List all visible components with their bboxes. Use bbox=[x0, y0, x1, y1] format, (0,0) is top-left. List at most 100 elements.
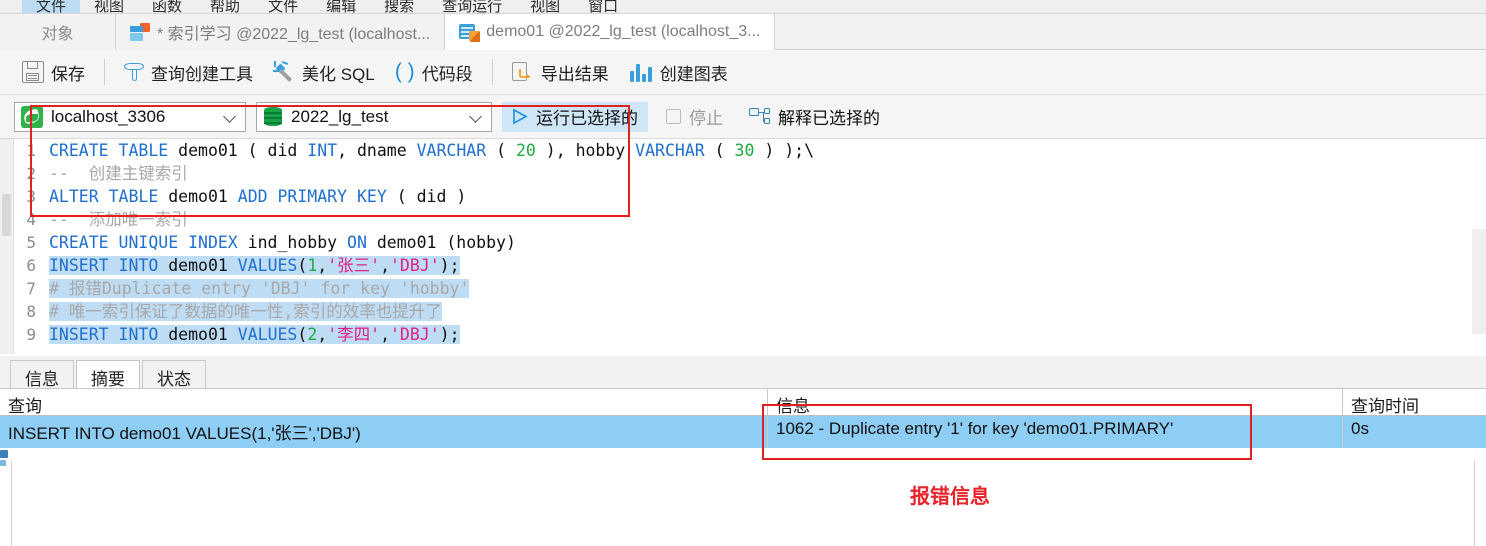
code-line-text: # 唯一索引保证了数据的唯一性,索引的效率也提升了 bbox=[49, 300, 1440, 323]
tab-index-study-label: * 索引学习 @2022_lg_test (localhost... bbox=[157, 26, 431, 43]
ribbon-tab-0[interactable]: 文件 bbox=[22, 0, 81, 13]
code-token: 20 bbox=[515, 141, 536, 160]
export-result-button[interactable]: 导出结果 bbox=[502, 56, 619, 89]
editor-scrollbar-thumb[interactable] bbox=[1472, 229, 1486, 334]
connection-select[interactable]: localhost_3306 bbox=[14, 101, 246, 132]
sql-code-area[interactable]: 1 CREATE TABLE demo01 ( did INT, dname VA… bbox=[15, 139, 1440, 354]
ribbon-tab-3[interactable]: 帮助 bbox=[196, 0, 254, 13]
code-token: , bbox=[380, 256, 390, 275]
splitter-handle[interactable] bbox=[2, 194, 11, 236]
beautify-sql-button[interactable]: 美化 SQL bbox=[263, 56, 385, 89]
code-token: , bbox=[317, 256, 328, 275]
magic-wand-icon bbox=[273, 61, 295, 83]
ribbon-tab-9[interactable]: 窗口 bbox=[574, 0, 632, 13]
column-header-duration[interactable]: 查询时间 bbox=[1343, 389, 1486, 415]
code-line-text: ALTER TABLE demo01 ADD PRIMARY KEY ( did… bbox=[49, 185, 1440, 208]
editor-left-splitter[interactable] bbox=[0, 139, 14, 354]
ribbon-tab-6[interactable]: 搜索 bbox=[370, 0, 428, 13]
code-line-text: CREATE TABLE demo01 ( did INT, dname VAR… bbox=[49, 139, 1440, 162]
explain-selected-button[interactable]: 解释已选择的 bbox=[741, 102, 888, 132]
run-selected-label: 运行已选择的 bbox=[536, 109, 638, 128]
code-line[interactable]: 5 CREATE UNIQUE INDEX ind_hobby ON demo01… bbox=[15, 231, 1440, 254]
code-line-text: # 报错Duplicate entry 'DBJ' for key 'hobby… bbox=[49, 277, 1440, 300]
code-token: -- 添加唯一索引 bbox=[49, 210, 188, 229]
toolbar-divider-1 bbox=[104, 59, 105, 85]
code-line[interactable]: 6 INSERT INTO demo01 VALUES(1,'张三','DBJ')… bbox=[15, 254, 1440, 277]
code-token: ); bbox=[439, 325, 460, 344]
code-token: ( bbox=[704, 141, 735, 160]
chevron-down-icon[interactable] bbox=[224, 110, 237, 123]
code-token: ON bbox=[347, 233, 367, 252]
navicat-query-window: 文件 视图 函数 帮助 文件 编辑 搜索 查询运行 视图 窗口 对象 * 索引学… bbox=[0, 0, 1486, 546]
tab-objects[interactable]: 对象 bbox=[0, 14, 116, 50]
ribbon-tab-8[interactable]: 视图 bbox=[516, 0, 574, 13]
cell-query[interactable]: INSERT INTO demo01 VALUES(1,'张三','DBJ') bbox=[0, 416, 768, 448]
stop-button-label: 停止 bbox=[689, 109, 723, 128]
parentheses-icon: ( ) bbox=[394, 60, 415, 83]
ribbon-tab-1[interactable]: 视图 bbox=[80, 0, 138, 13]
code-token: # 唯一索引保证了数据的唯一性,索引的效率也提升了 bbox=[49, 302, 442, 321]
stop-button: 停止 bbox=[658, 102, 731, 132]
tab-objects-label: 对象 bbox=[41, 26, 74, 43]
ribbon-tab-7[interactable]: 查询运行 bbox=[428, 0, 516, 13]
export-result-label: 导出结果 bbox=[540, 64, 609, 84]
cell-message[interactable]: 1062 - Duplicate entry '1' for key 'demo… bbox=[768, 416, 1343, 448]
code-token bbox=[227, 256, 238, 275]
code-line[interactable]: 3 ALTER TABLE demo01 ADD PRIMARY KEY ( di… bbox=[15, 185, 1440, 208]
code-token: , bbox=[380, 325, 390, 344]
editor-scrollbar[interactable] bbox=[1472, 139, 1486, 354]
menu-ribbon: 文件 视图 函数 帮助 文件 编辑 搜索 查询运行 视图 窗口 bbox=[0, 0, 1486, 14]
database-icon bbox=[263, 106, 283, 128]
query-toolbar: 保存 查询创建工具 美化 SQL ( ) 代码段 导出结果 创建图表 bbox=[0, 50, 1486, 95]
code-token: ALTER TABLE bbox=[49, 187, 169, 206]
code-token: '李四' bbox=[327, 325, 381, 344]
chevron-down-icon[interactable] bbox=[470, 110, 483, 123]
sidebar-partial-icon bbox=[0, 450, 11, 468]
query-builder-button[interactable]: 查询创建工具 bbox=[114, 56, 263, 89]
tab-demo01[interactable]: demo01 @2022_lg_test (localhost_3... bbox=[445, 14, 776, 50]
stop-icon bbox=[666, 109, 681, 124]
line-number: 4 bbox=[26, 210, 36, 229]
error-callout-label: 报错信息 bbox=[910, 486, 990, 508]
toolbar-divider-2 bbox=[491, 59, 493, 85]
export-icon bbox=[511, 61, 534, 83]
code-token: 30 bbox=[734, 141, 755, 160]
result-tab-status[interactable]: 状态 bbox=[142, 360, 206, 389]
sql-editor[interactable]: 1 CREATE TABLE demo01 ( did INT, dname VA… bbox=[0, 139, 1486, 354]
code-line-text: CREATE UNIQUE INDEX ind_hobby ON demo01 … bbox=[49, 231, 1440, 254]
result-tab-summary[interactable]: 摘要 bbox=[76, 360, 140, 389]
ribbon-tab-4[interactable]: 文件 bbox=[254, 0, 312, 13]
code-token: demo01 bbox=[168, 256, 228, 275]
code-line[interactable]: 4 -- 添加唯一索引 bbox=[15, 208, 1440, 231]
code-line[interactable]: 1 CREATE TABLE demo01 ( did INT, dname VA… bbox=[15, 139, 1440, 162]
column-header-query[interactable]: 查询 bbox=[0, 389, 768, 415]
code-snippet-button[interactable]: ( ) 代码段 bbox=[385, 56, 483, 89]
create-chart-button[interactable]: 创建图表 bbox=[619, 56, 738, 89]
save-icon bbox=[22, 61, 44, 83]
query-icon bbox=[130, 23, 150, 41]
table-row[interactable]: INSERT INTO demo01 VALUES(1,'张三','DBJ') … bbox=[0, 416, 1486, 448]
code-line[interactable]: 8 # 唯一索引保证了数据的唯一性,索引的效率也提升了 bbox=[15, 300, 1440, 323]
code-line-text: INSERT INTO demo01 VALUES(2,'李四','DBJ'); bbox=[49, 323, 1440, 346]
database-select[interactable]: 2022_lg_test bbox=[256, 101, 492, 132]
code-line[interactable]: 7 # 报错Duplicate entry 'DBJ' for key 'hobb… bbox=[15, 277, 1440, 300]
code-token: demo01 (hobby) bbox=[366, 233, 516, 252]
code-line[interactable]: 9 INSERT INTO demo01 VALUES(2,'李四','DBJ')… bbox=[15, 323, 1440, 346]
code-token: ( bbox=[486, 141, 516, 160]
code-line[interactable]: 2 -- 创建主键索引 bbox=[15, 162, 1440, 185]
cell-duration[interactable]: 0s bbox=[1343, 416, 1486, 448]
tab-index-study[interactable]: * 索引学习 @2022_lg_test (localhost... bbox=[116, 14, 446, 50]
code-token: demo01 bbox=[168, 325, 228, 344]
ribbon-tab-5[interactable]: 编辑 bbox=[312, 0, 370, 13]
save-button[interactable]: 保存 bbox=[12, 56, 95, 89]
result-tab-bar: 信息 摘要 状态 bbox=[0, 356, 1486, 389]
code-token: demo01 bbox=[168, 187, 228, 206]
code-token: ( did ) bbox=[386, 187, 467, 206]
code-token: VALUES bbox=[237, 325, 298, 344]
result-tab-info[interactable]: 信息 bbox=[10, 360, 74, 389]
column-header-message[interactable]: 信息 bbox=[768, 389, 1343, 415]
explain-plan-icon bbox=[749, 107, 771, 127]
ribbon-tab-2[interactable]: 函数 bbox=[138, 0, 196, 13]
run-selected-button[interactable]: 运行已选择的 bbox=[502, 101, 648, 132]
explain-selected-label: 解释已选择的 bbox=[778, 109, 880, 128]
